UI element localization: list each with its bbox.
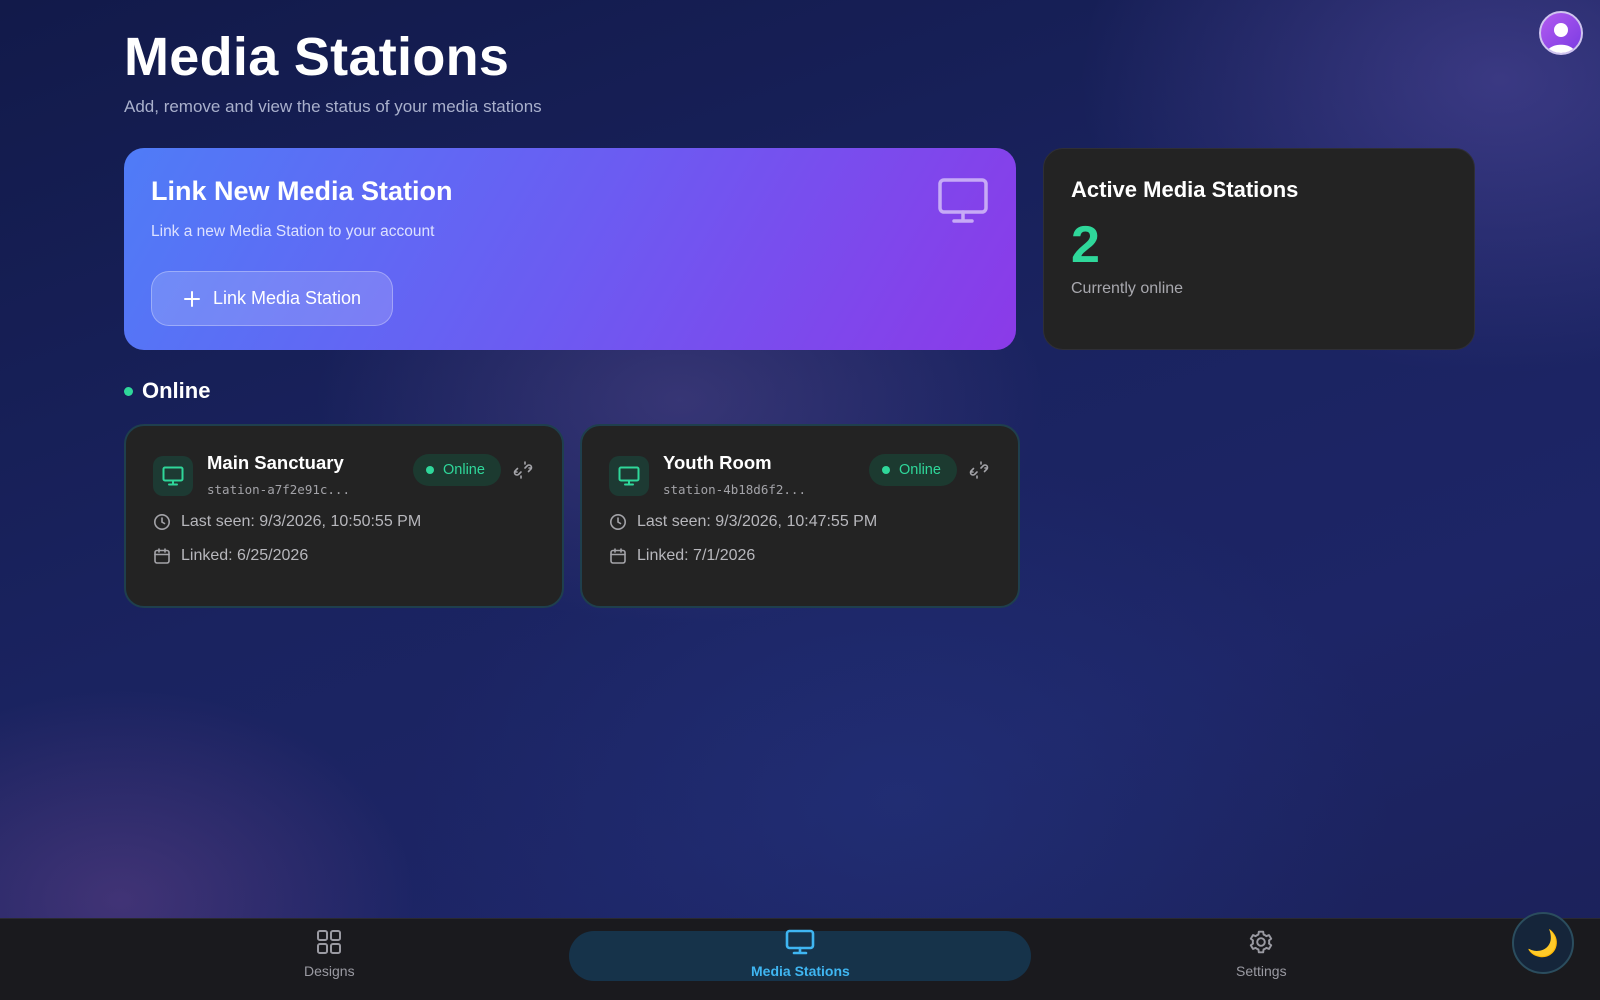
last-seen-row: Last seen: 9/3/2026, 10:50:55 PM	[153, 513, 535, 531]
nav-label-settings: Settings	[1236, 963, 1287, 979]
status-label: Online	[443, 462, 485, 478]
monitor-icon	[786, 929, 815, 955]
gear-icon	[1250, 930, 1273, 954]
status-dot-icon	[426, 466, 434, 474]
active-card-caption: Currently online	[1071, 280, 1184, 298]
linked-text: Linked: 7/1/2026	[637, 547, 756, 564]
station-id: station-a7f2e91c...	[207, 482, 350, 497]
status-dot-icon	[882, 466, 890, 474]
calendar-icon	[154, 548, 170, 564]
station-name: Youth Room	[663, 452, 772, 473]
station-card[interactable]: Main Sanctuary station-a7f2e91c... Onlin…	[124, 424, 564, 608]
link-media-station-label: Link Media Station	[212, 288, 362, 308]
clock-icon	[610, 514, 626, 530]
station-monitor-icon	[609, 456, 649, 496]
linked-row: Linked: 7/1/2026	[609, 547, 991, 565]
link-card-description: Link a new Media Station to your account	[151, 223, 435, 240]
nav-label-media-stations: Media Stations	[751, 963, 850, 979]
linked-text: Linked: 6/25/2026	[181, 547, 309, 564]
unlink-icon[interactable]	[513, 460, 533, 480]
online-section-heading: Online	[124, 378, 210, 404]
linked-row: Linked: 6/25/2026	[153, 547, 535, 565]
last-seen-text: Last seen: 9/3/2026, 10:47:55 PM	[637, 513, 878, 530]
monitor-icon	[938, 178, 988, 223]
status-label: Online	[899, 462, 941, 478]
plus-icon	[183, 290, 200, 307]
station-id: station-4b18d6f2...	[663, 482, 806, 497]
moon-icon: 🌙	[1526, 927, 1560, 958]
bottom-nav: Designs Media Stations Settings	[0, 918, 1600, 1000]
active-stations-count: 2	[1071, 216, 1100, 274]
nav-item-settings[interactable]: Settings	[1236, 929, 1287, 979]
nav-item-media-stations[interactable]: Media Stations	[751, 929, 850, 979]
active-card-title: Active Media Stations	[1071, 177, 1299, 202]
online-dot-icon	[124, 386, 133, 396]
grid-icon	[317, 930, 342, 954]
link-card-title: Link New Media Station	[151, 176, 453, 206]
status-badge: Online	[869, 454, 957, 486]
page-title: Media Stations	[124, 27, 510, 87]
nav-label-designs: Designs	[304, 963, 355, 979]
station-card[interactable]: Youth Room station-4b18d6f2... Online La…	[580, 424, 1020, 608]
link-media-station-button[interactable]: Link Media Station	[151, 271, 393, 326]
last-seen-text: Last seen: 9/3/2026, 10:50:55 PM	[181, 513, 422, 530]
link-station-card: Link New Media Station Link a new Media …	[124, 148, 1016, 350]
last-seen-row: Last seen: 9/3/2026, 10:47:55 PM	[609, 513, 991, 531]
station-name: Main Sanctuary	[207, 452, 344, 473]
online-section-label: Online	[142, 378, 211, 403]
page-subtitle: Add, remove and view the status of your …	[124, 97, 542, 116]
theme-toggle-button[interactable]: 🌙	[1512, 912, 1574, 974]
station-monitor-icon	[153, 456, 193, 496]
user-avatar[interactable]	[1539, 11, 1583, 55]
calendar-icon	[610, 548, 626, 564]
user-icon	[1547, 23, 1575, 53]
active-stations-card: Active Media Stations 2 Currently online	[1043, 148, 1475, 350]
nav-item-designs[interactable]: Designs	[304, 929, 355, 979]
status-badge: Online	[413, 454, 501, 486]
unlink-icon[interactable]	[969, 460, 989, 480]
clock-icon	[154, 514, 170, 530]
